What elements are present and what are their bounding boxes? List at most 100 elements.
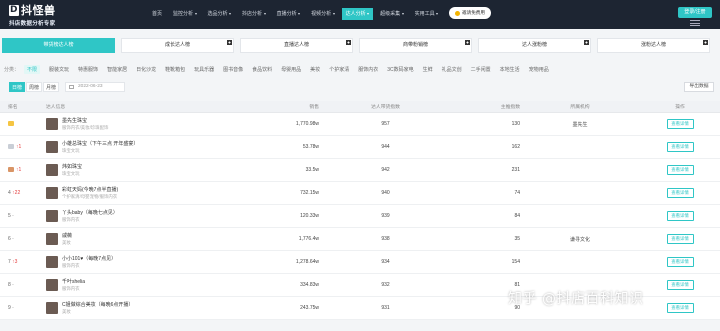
avatar[interactable] — [46, 279, 58, 291]
rank-cell: ↑1 — [0, 167, 46, 173]
avatar[interactable] — [46, 187, 58, 199]
period-tab[interactable]: 月榜 — [43, 82, 59, 92]
login-button[interactable]: 登录/注册 — [678, 7, 712, 18]
header-op: 操作 — [675, 105, 685, 110]
filter-option[interactable]: 生鲜 — [423, 66, 433, 73]
avatar[interactable] — [46, 141, 58, 153]
anchor-info[interactable]: 彩虹天妈(今晚7点半直播) 个护家清/母婴宠物/服饰内衣 — [46, 186, 229, 200]
view-detail-button[interactable]: 查看详情 — [666, 142, 694, 152]
view-detail-button[interactable]: 查看详情 — [666, 211, 694, 221]
filter-option[interactable]: 不限 — [24, 65, 41, 74]
filter-option[interactable]: 服饰内衣 — [358, 66, 378, 73]
anchor-name[interactable]: 墨先生珠宝 — [62, 117, 108, 124]
anchor-name[interactable]: 彩虹天妈(今晚7点半直播) — [62, 186, 118, 193]
view-detail-button[interactable]: 查看详情 — [666, 165, 694, 175]
filter-option[interactable]: 日化沙龙 — [136, 66, 156, 73]
date-picker[interactable]: 2022-06-23 — [65, 82, 125, 92]
avatar[interactable] — [46, 233, 58, 245]
anchor-name[interactable]: 小小101♥（每晚7点见） — [62, 255, 116, 262]
top-nav: D 抖怪兽 抖店数据分析专家 首页 监控分析 选品分析 抖店分析 直播分析 视频分析 达人分… — [0, 0, 720, 29]
filter-option[interactable]: 美妆 — [310, 66, 320, 73]
anchor-info[interactable]: 炜如珠宝 珠宝文玩 — [46, 163, 229, 177]
view-detail-button[interactable]: 查看详情 — [666, 303, 694, 313]
nav-item[interactable]: 监控分析 — [169, 8, 201, 20]
period-tab[interactable]: 日榜 — [9, 82, 25, 92]
menu-icon[interactable] — [690, 20, 700, 26]
header-fans[interactable]: 达人带货指数 — [319, 103, 452, 110]
filter-option[interactable]: 母婴用品 — [281, 66, 301, 73]
view-detail-button[interactable]: 查看详情 — [666, 257, 694, 267]
anchor-text: C姐做综合美妆（每晚6点开播） 美妆 — [62, 301, 133, 315]
nav-item[interactable]: 达人分析 — [341, 8, 374, 20]
rank-tab[interactable]: 直播达人榜 — [240, 38, 353, 53]
export-button[interactable]: 导出数据 — [684, 82, 714, 92]
filter-option[interactable]: 玩具乐器 — [194, 66, 214, 73]
anchor-info[interactable]: C姐做综合美妆（每晚6点开播） 美妆 — [46, 301, 229, 315]
nav-item[interactable]: 直播分析 — [273, 8, 305, 20]
rank-tab[interactable]: 商带粉销榜 — [359, 38, 472, 53]
score-index: 35 — [514, 236, 520, 242]
nav-item[interactable]: 抖店分析 — [238, 8, 270, 20]
anchor-info[interactable]: 墨先生珠宝 服饰内衣/美妆/珍珠配饰 — [46, 117, 229, 131]
view-detail-button[interactable]: 查看详情 — [666, 234, 694, 244]
brand-tagline: 抖店数据分析专家 — [9, 21, 56, 27]
nav-item[interactable]: 选品分析 — [204, 8, 236, 20]
fans-index: 932 — [381, 282, 390, 288]
brand-logo[interactable]: D 抖怪兽 抖店数据分析专家 — [9, 2, 56, 27]
header-score[interactable]: 主推指数 — [452, 103, 520, 110]
header-anchor: 达人信息 — [46, 105, 66, 110]
header-sales[interactable]: 销售 — [229, 103, 319, 110]
filter-option[interactable]: 本地生活 — [500, 66, 520, 73]
nav-item[interactable]: 视频分析 — [307, 8, 339, 20]
filter-option[interactable]: 鞋靴箱包 — [165, 66, 185, 73]
anchor-name[interactable]: C姐做综合美妆（每晚6点开播） — [62, 301, 133, 308]
view-detail-button[interactable]: 查看详情 — [666, 280, 694, 290]
rank-cell: 9 - — [0, 305, 46, 311]
chevron-down-icon — [436, 12, 439, 15]
avatar[interactable] — [46, 118, 58, 130]
avatar[interactable] — [46, 210, 58, 222]
invite-button[interactable]: 邀请免费用 — [449, 7, 491, 19]
rank-trend: - — [12, 236, 14, 242]
period-tab[interactable]: 周榜 — [26, 82, 42, 92]
filter-option[interactable]: 个护家清 — [329, 66, 349, 73]
corner-tag-icon — [465, 40, 470, 45]
nav-item-label: 选品分析 — [207, 11, 228, 17]
nav-item[interactable]: 首页 — [148, 8, 166, 20]
chevron-down-icon — [263, 12, 266, 15]
view-detail-button[interactable]: 查看详情 — [666, 119, 694, 129]
nav-item[interactable]: 实用工具 — [411, 8, 443, 20]
avatar[interactable] — [46, 302, 58, 314]
filter-option[interactable]: 智能家居 — [107, 66, 127, 73]
filter-option[interactable]: 图书音像 — [223, 66, 243, 73]
op-cell: 查看详情 — [640, 211, 720, 221]
anchor-name[interactable]: 千叶shelia — [62, 278, 85, 285]
filter-option[interactable]: 服装文玩 — [49, 66, 69, 73]
filter-option[interactable]: 食品饮料 — [252, 66, 272, 73]
anchor-info[interactable]: 小小101♥（每晚7点见） 服饰内衣 — [46, 255, 229, 269]
anchor-info[interactable]: 千叶shelia 服饰内衣 — [46, 278, 229, 292]
anchor-category: 美妆 — [62, 309, 71, 314]
anchor-name[interactable]: 丫头baby（每晚七点见） — [62, 209, 118, 216]
anchor-category: 服饰内衣 — [62, 217, 80, 222]
filter-option[interactable]: 宠物用品 — [529, 66, 549, 73]
sales-value: 1,770.98w — [295, 121, 319, 127]
avatar[interactable] — [46, 164, 58, 176]
filter-option[interactable]: 特惠服饰 — [78, 66, 98, 73]
view-detail-button[interactable]: 查看详情 — [666, 188, 694, 198]
rank-tab[interactable]: 涨粉达人榜 — [597, 38, 710, 53]
anchor-name[interactable]: 炜如珠宝 — [62, 163, 82, 170]
anchor-info[interactable]: 丫头baby（每晚七点见） 服饰内衣 — [46, 209, 229, 223]
filter-option[interactable]: 礼品文创 — [442, 66, 462, 73]
anchor-name[interactable]: 戚薇 — [62, 232, 72, 239]
avatar[interactable] — [46, 256, 58, 268]
anchor-name[interactable]: 小雄总珠宝（下午三点 开年盛宴） — [62, 140, 138, 147]
anchor-info[interactable]: 戚薇 美妆 — [46, 232, 229, 246]
anchor-info[interactable]: 小雄总珠宝（下午三点 开年盛宴） 珠宝文玩 — [46, 140, 229, 154]
rank-tab[interactable]: 达人涨粉榜 — [478, 38, 591, 53]
filter-option[interactable]: 二手闲置 — [471, 66, 491, 73]
rank-tab[interactable]: 带货榜达人榜 — [2, 38, 115, 53]
filter-option[interactable]: 3C数码家电 — [387, 66, 413, 73]
nav-item[interactable]: 超级采集 — [376, 8, 408, 20]
rank-tab[interactable]: 成长达人榜 — [121, 38, 234, 53]
